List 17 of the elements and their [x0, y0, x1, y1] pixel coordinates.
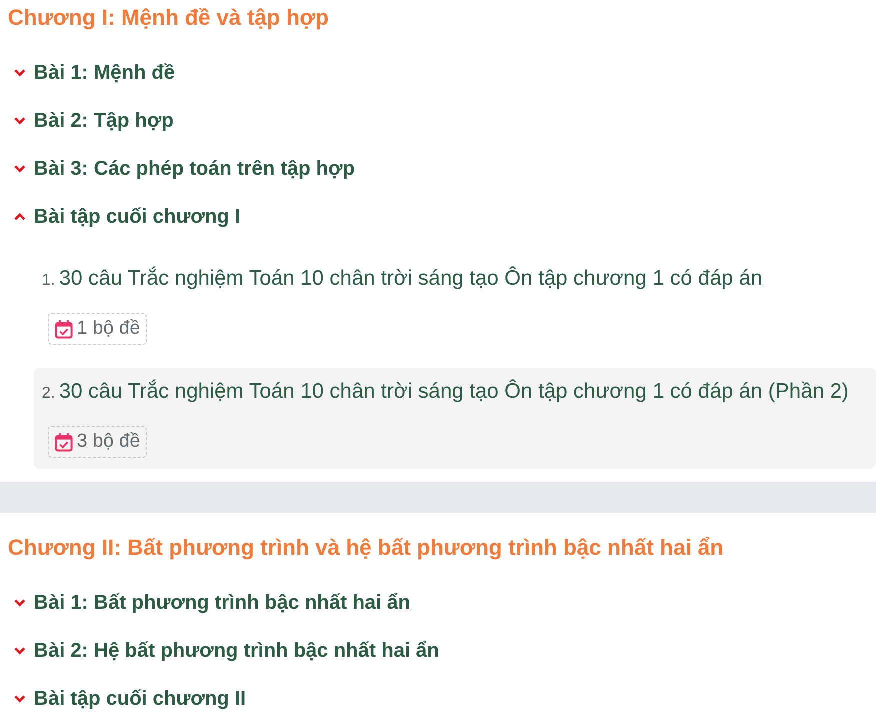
- chapter-title: Chương I: Mệnh đề và tập hợp: [8, 4, 330, 32]
- lesson-header[interactable]: Bài 3: Các phép toán trên tập hợp: [8, 145, 355, 193]
- exam-link[interactable]: 30 câu Trắc nghiệm Toán 10 chân trời sáng tạo Ôn tập chương 1 có đáp án (Phần 2): [59, 380, 849, 404]
- lesson-header[interactable]: Bài tập cuối chương I: [8, 193, 240, 241]
- chapter-title: Chương II: Bất phương trình và hệ bất phương trình bậc nhất hai ẩn: [8, 534, 725, 562]
- lesson-header[interactable]: Bài 1: Bất phương trình bậc nhất hai ẩn: [8, 579, 411, 627]
- calendar-check-icon: [55, 432, 73, 452]
- lesson-header[interactable]: Bài 2: Tập hợp: [8, 97, 174, 145]
- lesson-header[interactable]: Bài 2: Hệ bất phương trình bậc nhất hai ẩn: [8, 627, 440, 675]
- lesson-header[interactable]: Bài tập cuối chương II: [8, 675, 246, 722]
- item-number: 2.: [42, 384, 56, 404]
- item-number: 1.: [42, 271, 56, 291]
- calendar-check-icon: [55, 320, 73, 338]
- exam-count-label: 1 bộ đề: [77, 318, 140, 340]
- exam-link[interactable]: 30 câu Trắc nghiệm Toán 10 chân trời sáng tạo Ôn tập chương 1 có đáp án: [59, 267, 763, 291]
- lesson-header[interactable]: Bài 1: Mệnh đề: [8, 49, 176, 97]
- exam-count-label: 3 bộ đề: [77, 431, 140, 453]
